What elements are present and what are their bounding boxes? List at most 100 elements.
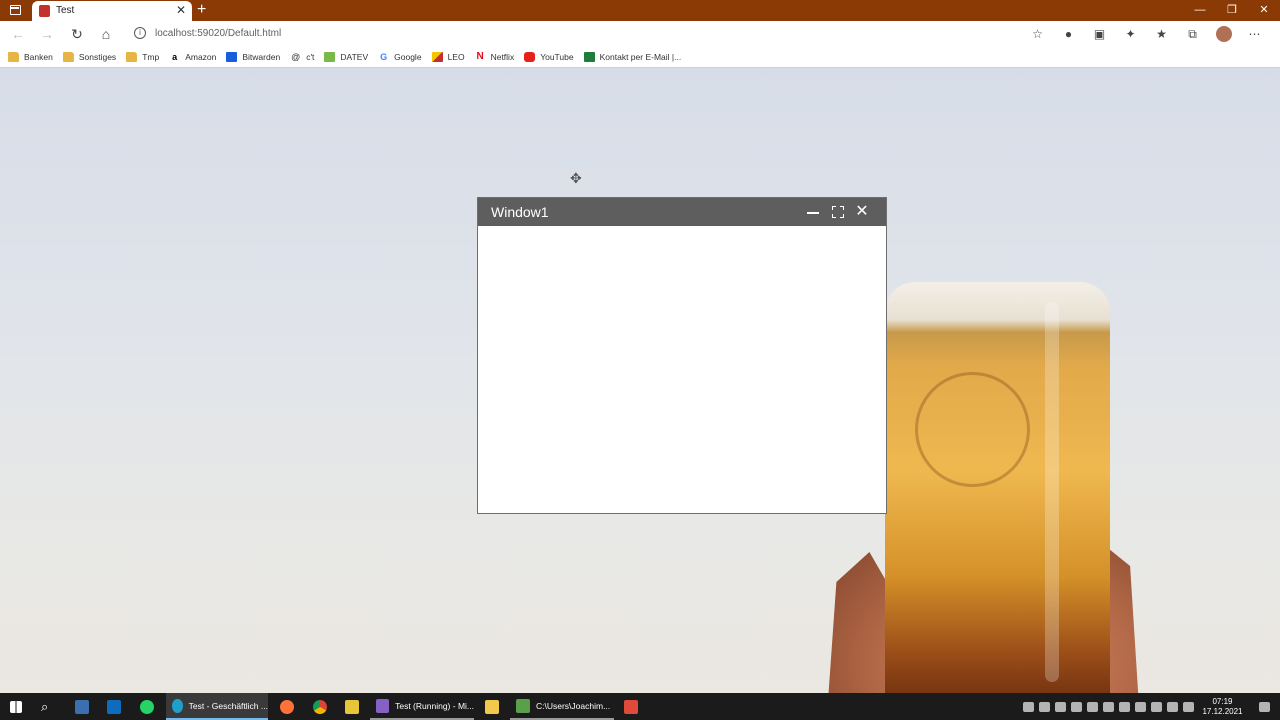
bookmark-sonstiges[interactable]: Sonstiges (62, 51, 116, 62)
system-tray: 07:19 17.12.2021 (1020, 693, 1280, 720)
new-tab-button[interactable]: + (197, 0, 206, 20)
window-minimize-button[interactable] (803, 202, 823, 222)
taskbar-app-2[interactable] (345, 693, 359, 720)
tray-icon[interactable] (1038, 701, 1050, 712)
refresh-icon[interactable]: ↻ (68, 25, 86, 43)
google-icon: G (378, 51, 390, 62)
tab-actions-icon[interactable] (10, 5, 21, 15)
folder-icon (62, 51, 74, 62)
bookmark-datev[interactable]: DATEV (324, 51, 368, 62)
move-cursor-icon: ✥ (570, 170, 582, 186)
taskbar-outlook[interactable] (107, 693, 121, 720)
bookmark-tmp[interactable]: Tmp (126, 51, 159, 62)
taskbar-app-1[interactable] (75, 693, 89, 720)
taskbar-firefox[interactable] (280, 693, 294, 720)
taskbar-whatsapp[interactable] (140, 693, 154, 720)
bookmark-amazon[interactable]: a Amazon (169, 51, 216, 62)
home-icon[interactable]: ⌂ (97, 25, 115, 43)
profile-avatar[interactable] (1208, 24, 1239, 44)
tray-icon[interactable] (1054, 701, 1066, 712)
more-menu-icon[interactable]: ⋯ (1239, 24, 1270, 44)
edge-icon (172, 698, 183, 713)
window-titlebar[interactable]: Window1 ✕ (478, 198, 886, 226)
bookmark-kontakt[interactable]: Kontakt per E-Mail |... (583, 51, 681, 62)
clock[interactable]: 07:19 17.12.2021 (1202, 697, 1242, 717)
bookmark-youtube[interactable]: YouTube (524, 51, 574, 62)
windows-icon (10, 700, 22, 713)
notepad-icon (516, 698, 530, 713)
bookmark-leo[interactable]: LEO (431, 51, 465, 62)
tray-icon[interactable] (1022, 701, 1034, 712)
taskbar-chrome[interactable] (313, 693, 327, 720)
add-favorite-icon[interactable]: ☆ (1022, 24, 1053, 44)
window-title: Window1 (491, 204, 549, 220)
youtube-icon (524, 51, 536, 62)
address-bar: ← → ↻ ⌂ i localhost:59020/Default.html ☆… (0, 21, 1280, 46)
start-button[interactable] (10, 693, 22, 720)
tray-icon[interactable] (1070, 701, 1082, 712)
microphone-icon[interactable] (1086, 701, 1098, 712)
bookmark-google[interactable]: G Google (378, 51, 422, 62)
keyboard-icon[interactable] (1182, 701, 1194, 712)
volume-icon[interactable] (1166, 701, 1178, 712)
bookmark-bitwarden[interactable]: Bitwarden (226, 51, 280, 62)
bookmark-banken[interactable]: Banken (8, 51, 53, 62)
restore-button[interactable]: ❐ (1216, 0, 1248, 21)
maximize-icon (832, 206, 844, 218)
tab-title: Test (56, 5, 75, 16)
extension-cookie-icon[interactable]: ● (1053, 24, 1084, 44)
notification-icon[interactable] (1259, 701, 1270, 712)
taskbar-notepad[interactable]: C:\Users\Joachim... (510, 693, 614, 720)
clock-time: 07:19 (1212, 696, 1233, 706)
excel-icon (583, 51, 595, 62)
datev-icon (324, 51, 336, 62)
bookmark-netflix[interactable]: N Netflix (474, 50, 514, 62)
clock-date: 17.12.2021 (1202, 706, 1243, 716)
forward-icon[interactable]: → (38, 25, 56, 43)
taskbar-app-3[interactable] (624, 693, 638, 720)
window-maximize-button[interactable] (828, 202, 848, 222)
taskbar-edge[interactable]: Test - Geschäftlich ... (166, 693, 268, 720)
window-controls: — ❐ ✕ (1184, 0, 1280, 21)
url-input[interactable]: localhost:59020/Default.html (155, 28, 281, 39)
leo-icon (431, 51, 443, 62)
extensions-icon[interactable]: ✦ (1115, 24, 1146, 44)
minimize-button[interactable]: — (1184, 0, 1216, 21)
search-icon[interactable]: ⌕ (41, 693, 48, 720)
glass-emblem (915, 372, 1030, 487)
chrome-icon (313, 699, 327, 714)
whatsapp-icon (140, 699, 154, 714)
close-button[interactable]: ✕ (1248, 0, 1280, 21)
folder-icon (126, 51, 138, 62)
minimize-icon (807, 212, 819, 214)
toolbar-right: ☆ ● ▣ ✦ ★ ⧉ ⋯ (1022, 24, 1270, 44)
tab-test[interactable]: Test ✕ (32, 1, 192, 21)
folder-icon (485, 699, 499, 714)
favorites-icon[interactable]: ★ (1146, 24, 1177, 44)
taskbar-explorer[interactable] (485, 693, 499, 720)
tab-close-button[interactable]: ✕ (176, 3, 186, 17)
bookmark-ct[interactable]: @ c't (290, 51, 314, 62)
visual-studio-icon (376, 698, 390, 713)
folder-icon (8, 51, 19, 62)
bookmarks-bar: Banken Sonstiges Tmp a Amazon Bitwarden @… (0, 46, 1280, 68)
taskbar-visual-studio[interactable]: Test (Running) - Mi... (370, 693, 474, 720)
collections-icon[interactable]: ⧉ (1177, 24, 1208, 44)
shield-icon[interactable] (1118, 701, 1130, 712)
window-dialog[interactable]: Window1 ✕ (477, 197, 887, 514)
app-icon (75, 699, 89, 714)
extension-screenshot-icon[interactable]: ▣ (1084, 24, 1115, 44)
display-icon[interactable] (1150, 701, 1162, 712)
taskbar: ⌕ Test - Geschäftlich ... Test (Running)… (0, 693, 1280, 720)
outlook-icon (107, 699, 121, 714)
at-icon: @ (290, 51, 302, 62)
onedrive-icon[interactable] (1134, 701, 1146, 712)
firefox-icon (280, 699, 294, 714)
beer-glass-image (885, 282, 1110, 693)
window-close-button[interactable]: ✕ (852, 202, 872, 222)
netflix-icon: N (474, 50, 486, 62)
network-icon[interactable] (1102, 701, 1114, 712)
site-info-icon[interactable]: i (134, 27, 146, 39)
amazon-icon: a (169, 51, 181, 62)
back-icon[interactable]: ← (9, 25, 27, 43)
